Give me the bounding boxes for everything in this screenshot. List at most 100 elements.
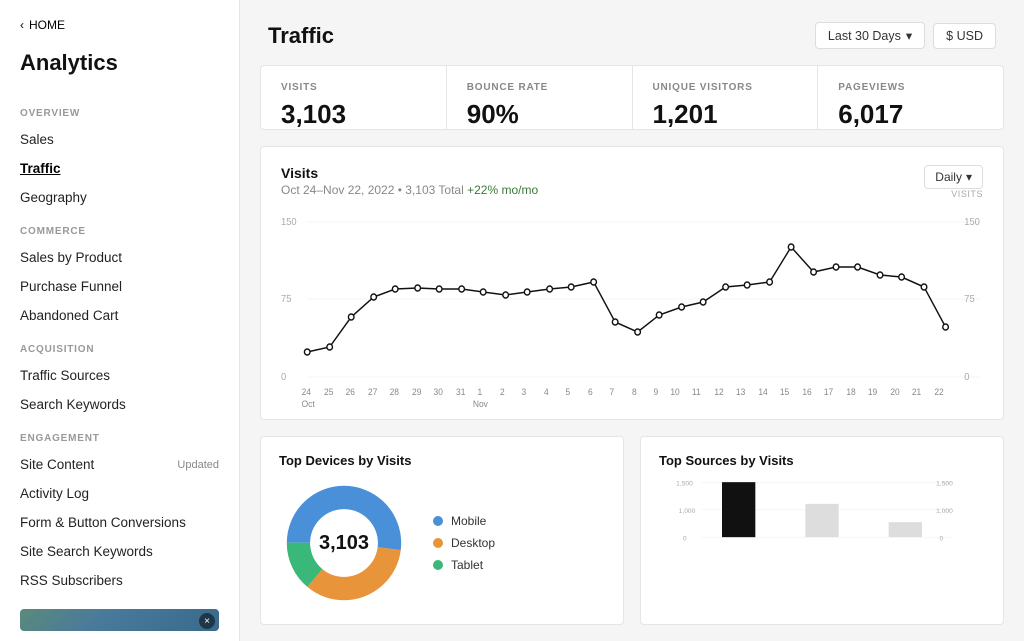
sidebar-item-label: Traffic: [20, 161, 61, 176]
stat-bounce-label: BOUNCE RATE: [467, 82, 612, 93]
svg-text:0: 0: [281, 372, 286, 383]
svg-text:24: 24: [302, 387, 312, 397]
chevron-down-icon: ▾: [966, 170, 972, 184]
back-label: HOME: [29, 18, 65, 32]
sidebar-item-site-content[interactable]: Site Content Updated: [0, 450, 239, 479]
desktop-label: Desktop: [451, 536, 495, 550]
legend-desktop: Desktop: [433, 536, 495, 550]
svg-text:15: 15: [780, 387, 790, 397]
currency-dropdown[interactable]: $ USD: [933, 23, 996, 49]
svg-text:22: 22: [934, 387, 944, 397]
stat-unique-label: UNIQUE VISITORS: [653, 82, 798, 93]
svg-text:17: 17: [824, 387, 834, 397]
svg-text:21: 21: [912, 387, 922, 397]
svg-text:1: 1: [478, 387, 483, 397]
page-title: Traffic: [268, 23, 334, 49]
sidebar-item-rss[interactable]: RSS Subscribers: [0, 566, 239, 595]
sidebar-item-label: Form & Button Conversions: [20, 515, 186, 530]
legend-mobile: Mobile: [433, 514, 495, 528]
section-label-engagement: ENGAGEMENT: [0, 419, 239, 450]
svg-text:30: 30: [434, 387, 444, 397]
period-dropdown[interactable]: Last 30 Days ▾: [815, 22, 925, 49]
svg-text:Nov: Nov: [473, 399, 489, 407]
svg-text:1,000: 1,000: [679, 508, 696, 515]
svg-text:14: 14: [758, 387, 768, 397]
svg-text:3: 3: [522, 387, 527, 397]
svg-text:25: 25: [324, 387, 334, 397]
svg-text:1,500: 1,500: [936, 481, 953, 488]
section-label-overview: OVERVIEW: [0, 94, 239, 125]
chart-date-range: Oct 24–Nov 22, 2022 • 3,103 Total: [281, 183, 467, 197]
bar-direct: [722, 482, 755, 537]
svg-text:20: 20: [890, 387, 900, 397]
svg-text:2: 2: [500, 387, 505, 397]
bar-bing: [889, 522, 922, 537]
sidebar-item-sales-by-product[interactable]: Sales by Product: [0, 243, 239, 272]
sidebar-item-geography[interactable]: Geography: [0, 183, 239, 212]
svg-text:12: 12: [714, 387, 724, 397]
svg-text:150: 150: [281, 217, 297, 228]
chart-header: Visits Oct 24–Nov 22, 2022 • 3,103 Total…: [281, 165, 983, 197]
svg-text:0: 0: [940, 536, 944, 543]
sidebar-item-traffic[interactable]: Traffic: [0, 154, 239, 183]
tablet-label: Tablet: [451, 558, 483, 572]
visits-chart-area: VISITS 150 75 0 150 75 0: [281, 207, 983, 407]
sidebar-item-site-search[interactable]: Site Search Keywords: [0, 537, 239, 566]
chart-interval-dropdown[interactable]: Daily ▾: [924, 165, 983, 189]
sidebar-item-label: Traffic Sources: [20, 368, 110, 383]
svg-text:11: 11: [692, 387, 701, 397]
back-button[interactable]: ‹ HOME: [0, 0, 239, 42]
chart-controls: Daily ▾: [924, 165, 983, 189]
sidebar-item-traffic-sources[interactable]: Traffic Sources: [0, 361, 239, 390]
visits-chart-svg: 150 75 0 150 75 0: [281, 207, 983, 407]
svg-text:4: 4: [544, 387, 549, 397]
header-controls: Last 30 Days ▾ $ USD: [815, 22, 996, 49]
sidebar-item-label: Purchase Funnel: [20, 279, 122, 294]
donut-area: 3,103 Mobile Desktop Tablet: [279, 478, 605, 608]
legend-tablet: Tablet: [433, 558, 495, 572]
svg-text:Oct: Oct: [302, 399, 316, 407]
page-header: Traffic Last 30 Days ▾ $ USD: [240, 0, 1024, 65]
svg-text:31: 31: [456, 387, 466, 397]
currency-label: $ USD: [946, 29, 983, 43]
sidebar-item-form-button[interactable]: Form & Button Conversions: [0, 508, 239, 537]
sidebar-item-activity-log[interactable]: Activity Log: [0, 479, 239, 508]
svg-text:27: 27: [368, 387, 378, 397]
sidebar-item-abandoned-cart[interactable]: Abandoned Cart: [0, 301, 239, 330]
svg-text:9: 9: [654, 387, 659, 397]
main-content: Traffic Last 30 Days ▾ $ USD VISITS 3,10…: [240, 0, 1024, 641]
svg-text:13: 13: [736, 387, 746, 397]
svg-text:19: 19: [868, 387, 878, 397]
chart-title: Visits: [281, 165, 538, 181]
visits-y-axis-label: VISITS: [951, 189, 983, 199]
sidebar-item-search-keywords[interactable]: Search Keywords: [0, 390, 239, 419]
sources-chart-svg: 1,500 1,000 0 1,500 1,000 0: [659, 478, 985, 578]
donut-chart: 3,103: [279, 478, 409, 608]
sidebar-item-sales[interactable]: Sales: [0, 125, 239, 154]
stats-row: VISITS 3,103 +22% mo/mo BOUNCE RATE 90% …: [260, 65, 1004, 130]
stat-visits-value: 3,103: [281, 99, 426, 130]
sidebar-item-label: Activity Log: [20, 486, 89, 501]
svg-text:10: 10: [670, 387, 680, 397]
chart-highlight: +22% mo/mo: [467, 183, 538, 197]
visits-chart-section: Visits Oct 24–Nov 22, 2022 • 3,103 Total…: [260, 146, 1004, 420]
thumbnail-close-button[interactable]: ×: [199, 613, 215, 629]
desktop-dot: [433, 538, 443, 548]
devices-panel: Top Devices by Visits 3,103: [260, 436, 624, 625]
sidebar-item-label: RSS Subscribers: [20, 573, 123, 588]
stat-pageviews-value: 6,017: [838, 99, 983, 130]
sidebar-item-label: Sales by Product: [20, 250, 122, 265]
svg-text:18: 18: [846, 387, 856, 397]
svg-text:29: 29: [412, 387, 422, 397]
svg-text:7: 7: [610, 387, 615, 397]
close-icon: ×: [204, 616, 210, 627]
sidebar-item-label: Site Search Keywords: [20, 544, 153, 559]
stat-pageviews: PAGEVIEWS 6,017 +22% mo/mo: [818, 66, 1003, 129]
svg-text:16: 16: [802, 387, 812, 397]
stat-unique-value: 1,201: [653, 99, 798, 130]
svg-text:150: 150: [964, 217, 980, 228]
svg-text:6: 6: [588, 387, 593, 397]
svg-text:0: 0: [964, 372, 969, 383]
svg-text:5: 5: [566, 387, 571, 397]
sidebar-item-purchase-funnel[interactable]: Purchase Funnel: [0, 272, 239, 301]
